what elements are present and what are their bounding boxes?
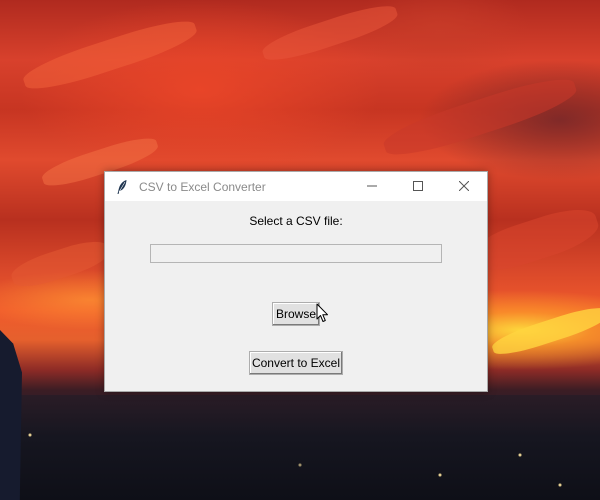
wallpaper-streak (19, 12, 201, 98)
title-bar[interactable]: CSV to Excel Converter (105, 172, 487, 201)
wallpaper-streak (379, 69, 581, 165)
desktop-background: CSV to Excel Converter Select a CSV file… (0, 0, 600, 500)
window-content: Select a CSV file: Browse Convert to Exc… (105, 201, 487, 391)
close-button[interactable] (441, 172, 487, 201)
maximize-icon (413, 178, 423, 196)
feather-icon (114, 179, 130, 195)
app-window: CSV to Excel Converter Select a CSV file… (104, 171, 488, 392)
window-controls (349, 172, 487, 201)
minimize-button[interactable] (349, 172, 395, 201)
browse-button[interactable]: Browse (272, 302, 320, 326)
minimize-icon (367, 178, 377, 196)
mouse-cursor-icon (316, 303, 330, 323)
maximize-button[interactable] (395, 172, 441, 201)
file-path-input[interactable] (150, 244, 442, 263)
wallpaper-streak (259, 0, 401, 67)
city-lights (0, 395, 600, 500)
select-csv-label: Select a CSV file: (249, 214, 343, 228)
window-title: CSV to Excel Converter (139, 179, 266, 194)
convert-button[interactable]: Convert to Excel (249, 351, 343, 375)
wallpaper-streak (489, 301, 600, 361)
silhouette (0, 330, 22, 500)
close-icon (458, 178, 470, 196)
wallpaper-streak (8, 235, 112, 293)
